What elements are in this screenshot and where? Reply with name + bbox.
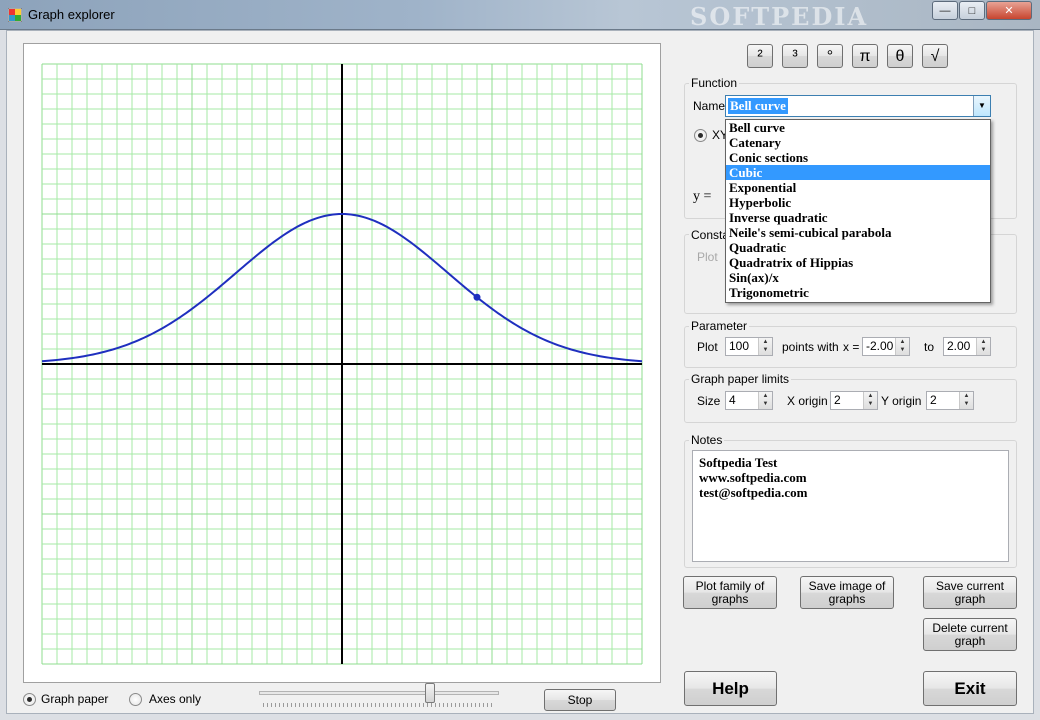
delete-current-label-2: graph — [954, 633, 986, 648]
function-name-value: Bell curve — [728, 98, 788, 114]
save-image-label-2: graphs — [828, 591, 866, 606]
main-window: Graph paper Axes only Stop ² ³ ° π θ √ F… — [6, 30, 1034, 714]
title-bar: Graph explorer SOFTPEDIA — □ ✕ — [0, 0, 1040, 31]
save-image-button[interactable]: Save image of graphs — [800, 576, 894, 609]
x-from-value: -2.00 — [866, 339, 894, 353]
points-with-label: points with — [782, 340, 839, 354]
spinner-arrows-icon[interactable]: ▲ ▼ — [959, 392, 973, 409]
plot-points-value: 100 — [729, 339, 750, 353]
dropdown-item[interactable]: Quadratic — [726, 240, 990, 255]
speed-slider-track[interactable] — [259, 691, 499, 695]
stop-button[interactable]: Stop — [544, 689, 616, 711]
x-origin-value: 2 — [834, 393, 841, 407]
x-from-spinner[interactable]: -2.00 ▲ ▼ — [862, 337, 910, 356]
delete-current-graph-button[interactable]: Delete current graph — [923, 618, 1017, 651]
save-current-label-1: Save current — [935, 578, 1005, 593]
function-dropdown-list[interactable]: Bell curve Catenary Conic sections Cubic Exp… — [725, 119, 991, 303]
minimize-button[interactable]: — — [932, 1, 958, 20]
plot-family-label-2: graphs — [711, 591, 749, 606]
exit-button[interactable]: Exit — [923, 671, 1017, 706]
y-origin-label: Y origin — [881, 394, 922, 408]
graph-paper-radio[interactable] — [23, 693, 36, 706]
slider-ticks — [263, 703, 495, 707]
chevron-down-icon[interactable]: ▼ — [973, 96, 990, 116]
size-spinner[interactable]: 4 ▲ ▼ — [725, 391, 773, 410]
notes-textarea[interactable]: Softpedia Test www.softpedia.com test@so… — [692, 450, 1009, 562]
notes-line: Softpedia Test — [699, 455, 778, 470]
dropdown-item[interactable]: Bell curve — [726, 120, 990, 135]
size-value: 4 — [729, 393, 736, 407]
x-equals-label: x = — [843, 340, 860, 354]
softpedia-watermark: SOFTPEDIA — [690, 2, 869, 31]
graph-paper-limits-title: Graph paper limits — [689, 372, 792, 386]
dropdown-item[interactable]: Cubic — [726, 165, 990, 180]
spinner-arrows-icon[interactable]: ▲ ▼ — [758, 392, 772, 409]
app-icon — [8, 8, 22, 22]
parameter-group-title: Parameter — [689, 319, 750, 333]
close-button[interactable]: ✕ — [986, 1, 1032, 20]
notes-group-title: Notes — [689, 433, 725, 447]
spinner-arrows-icon[interactable]: ▲ ▼ — [976, 338, 990, 355]
dropdown-item[interactable]: Hyperbolic — [726, 195, 990, 210]
save-image-label-1: Save image of — [808, 578, 886, 593]
cubed-button[interactable]: ³ — [782, 44, 808, 68]
spinner-arrows-icon[interactable]: ▲ ▼ — [863, 392, 877, 409]
plot-family-label-1: Plot family of — [695, 578, 765, 593]
delete-current-label-1: Delete current — [932, 620, 1008, 635]
dropdown-item[interactable]: Inverse quadratic — [726, 210, 990, 225]
x-to-spinner[interactable]: 2.00 ▲ ▼ — [943, 337, 991, 356]
y-origin-spinner[interactable]: 2 ▲ ▼ — [926, 391, 974, 410]
dropdown-item[interactable]: Conic sections — [726, 150, 990, 165]
graph-canvas[interactable] — [23, 43, 661, 683]
xy-radio[interactable] — [694, 129, 707, 142]
notes-line: test@softpedia.com — [699, 485, 808, 500]
graph-paper-label: Graph paper — [41, 692, 109, 706]
x-to-value: 2.00 — [947, 339, 971, 353]
window-title: Graph explorer — [28, 7, 115, 22]
theta-button[interactable]: θ — [887, 44, 913, 68]
x-origin-spinner[interactable]: 2 ▲ ▼ — [830, 391, 878, 410]
speed-slider-thumb[interactable] — [425, 683, 435, 703]
to-label: to — [924, 340, 935, 354]
dropdown-item[interactable]: Exponential — [726, 180, 990, 195]
y-equals-label: y = — [693, 189, 712, 204]
graph-plot — [41, 63, 643, 665]
dropdown-item[interactable]: Neile's semi-cubical parabola — [726, 225, 990, 240]
function-group-title: Function — [689, 76, 740, 90]
dropdown-item[interactable]: Quadratrix of Hippias — [726, 255, 990, 270]
spinner-arrows-icon[interactable]: ▲ ▼ — [895, 338, 909, 355]
name-label: Name — [693, 99, 726, 113]
function-name-combobox[interactable]: Bell curve ▼ — [725, 95, 991, 117]
plot-family-button[interactable]: Plot family of graphs — [683, 576, 777, 609]
pi-button[interactable]: π — [852, 44, 878, 68]
plot-points-spinner[interactable]: 100 ▲ ▼ — [725, 337, 773, 356]
dropdown-item[interactable]: Sin(ax)/x — [726, 270, 990, 285]
help-button[interactable]: Help — [684, 671, 777, 706]
constants-plot-label: Plot — [697, 250, 718, 264]
spinner-arrows-icon[interactable]: ▲ ▼ — [758, 338, 772, 355]
size-label: Size — [697, 394, 721, 408]
axes-only-label: Axes only — [149, 692, 202, 706]
save-current-graph-button[interactable]: Save current graph — [923, 576, 1017, 609]
parameter-plot-label: Plot — [697, 340, 718, 354]
trace-point[interactable] — [473, 293, 481, 301]
y-origin-value: 2 — [930, 393, 937, 407]
squared-button[interactable]: ² — [747, 44, 773, 68]
sqrt-button[interactable]: √ — [922, 44, 948, 68]
axes-only-radio[interactable] — [129, 693, 142, 706]
dropdown-item[interactable]: Trigonometric — [726, 285, 990, 300]
x-origin-label: X origin — [787, 394, 828, 408]
maximize-button[interactable]: □ — [959, 1, 985, 20]
save-current-label-2: graph — [954, 591, 986, 606]
notes-line: www.softpedia.com — [699, 470, 807, 485]
degree-button[interactable]: ° — [817, 44, 843, 68]
dropdown-item[interactable]: Catenary — [726, 135, 990, 150]
